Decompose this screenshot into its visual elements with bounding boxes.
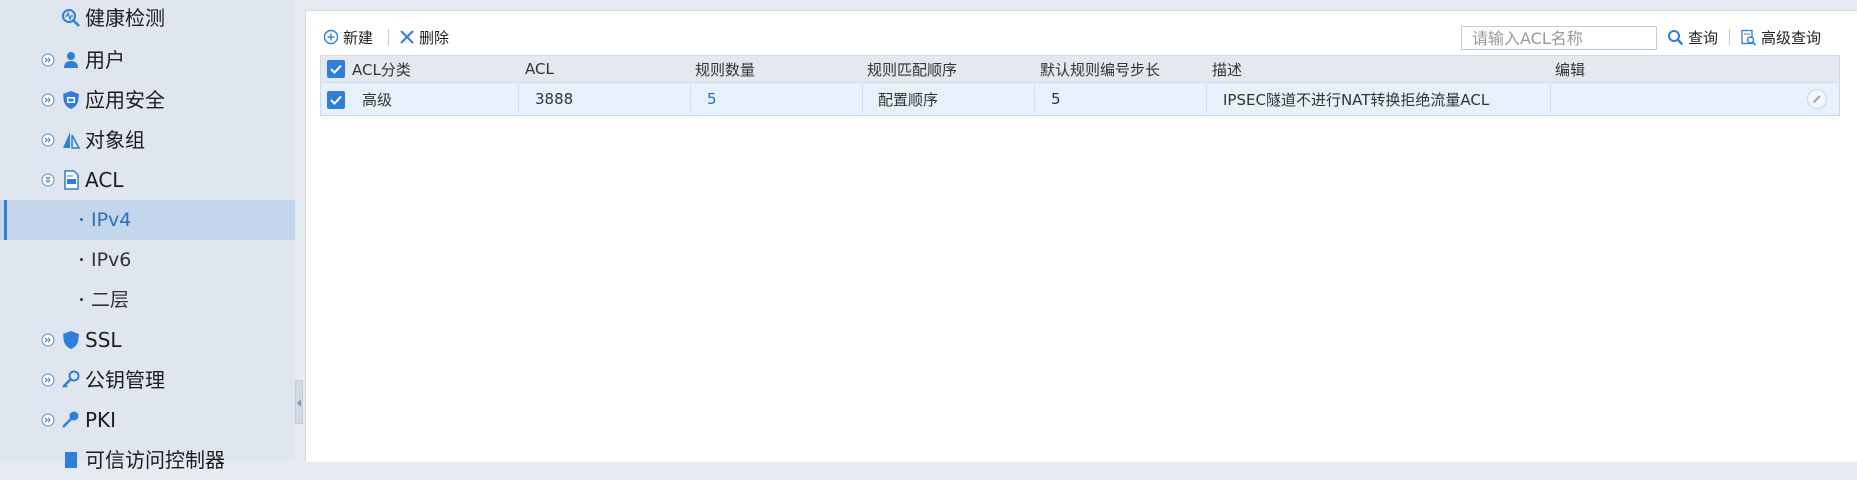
column-header-description[interactable]: 描述 [1212, 56, 1242, 82]
pki-key-icon [62, 411, 79, 428]
column-header-category[interactable]: ACL分类 [352, 56, 411, 82]
sidebar-item-label: SSL [85, 328, 122, 352]
sidebar-item-ssl[interactable]: SSL [0, 320, 295, 360]
acl-search-input[interactable] [1461, 26, 1657, 50]
sidebar-subitem-label: 二层 [91, 289, 130, 311]
trusted-access-icon [65, 452, 77, 468]
expand-toggle-icon[interactable] [41, 333, 55, 347]
sidebar-subitem-layer2[interactable]: 二层 [0, 280, 295, 320]
sidebar-subitem-label: IPv4 [91, 209, 132, 231]
bullet-dot [80, 298, 83, 301]
collapse-arrow-icon [297, 399, 301, 407]
delete-x-icon [400, 30, 414, 44]
advanced-query-button[interactable]: 高级查询 [1740, 26, 1821, 48]
sidebar-item-label: 公钥管理 [85, 368, 165, 392]
sidebar-item-pki[interactable]: PKI [0, 400, 295, 440]
sidebar-item-acl[interactable]: ACL [0, 160, 295, 200]
cell-divider [1550, 85, 1551, 113]
search-icon [1668, 29, 1684, 45]
sidebar-subitem-ipv4[interactable]: IPv4 [0, 200, 295, 240]
expand-toggle-icon[interactable] [41, 93, 55, 107]
pencil-icon [1813, 95, 1821, 103]
toolbar-divider [1729, 29, 1730, 45]
expand-toggle-icon[interactable] [41, 373, 55, 387]
toolbar-divider [388, 29, 389, 45]
expand-toggle-icon[interactable] [41, 53, 55, 67]
collapse-toggle-icon[interactable] [41, 173, 55, 187]
query-button[interactable]: 查询 [1667, 26, 1718, 48]
sidebar-item-label: 健康检测 [85, 6, 165, 30]
acl-table: ACL分类 ACL 规则数量 规则匹配顺序 默认规则编号步长 描述 编辑 高级 … [320, 55, 1840, 116]
sidebar-subitem-label: IPv6 [91, 249, 132, 271]
key-icon [62, 370, 80, 388]
health-check-icon [62, 9, 80, 27]
delete-button-label: 删除 [419, 28, 450, 47]
main-panel: 新建 删除 查询 高级查询 [305, 10, 1857, 462]
column-header-rule-count[interactable]: 规则数量 [695, 56, 755, 82]
cell-step: 5 [1051, 90, 1061, 108]
cell-match-order: 配置顺序 [878, 90, 939, 109]
new-button-label: 新建 [343, 28, 374, 47]
expand-toggle-icon[interactable] [41, 413, 55, 427]
sidebar-item-trusted-access[interactable]: 可信访问控制器 [0, 440, 295, 480]
ssl-shield-icon [63, 331, 79, 349]
column-header-step[interactable]: 默认规则编号步长 [1040, 56, 1160, 82]
user-icon [64, 52, 78, 68]
delete-button[interactable]: 删除 [399, 26, 449, 48]
sidebar-item-label: 对象组 [85, 128, 145, 152]
bullet-dot [80, 258, 83, 261]
select-all-checkbox[interactable] [327, 60, 345, 78]
cell-divider [690, 85, 691, 113]
sidebar-item-label: PKI [85, 408, 117, 432]
column-header-acl[interactable]: ACL [525, 56, 554, 82]
sidebar-item-label: ACL [85, 168, 124, 192]
object-group-icon [63, 132, 81, 149]
bullet-dot [80, 218, 83, 221]
new-button[interactable]: 新建 [323, 26, 373, 48]
checkmark-icon [330, 64, 342, 74]
advanced-search-icon [1741, 29, 1757, 46]
sidebar-item-users[interactable]: 用户 [0, 40, 295, 80]
sidebar-item-object-group[interactable]: 对象组 [0, 120, 295, 160]
expand-toggle-icon[interactable] [41, 133, 55, 147]
sidebar-item-health-check[interactable]: 健康检测 [0, 0, 295, 40]
sidebar: 健康检测 用户 应用安全 对象组 ACL IPv4 IPv6 二层 SSL 公钥… [0, 0, 295, 472]
column-header-match-order[interactable]: 规则匹配顺序 [867, 56, 957, 82]
advanced-query-button-label: 高级查询 [1761, 28, 1822, 47]
cell-divider [518, 85, 519, 113]
cell-divider [862, 85, 863, 113]
column-header-edit: 编辑 [1555, 60, 1586, 79]
table-row[interactable]: 高级 3888 5 配置顺序 5 IPSEC隧道不进行NAT转换拒绝流量ACL [320, 83, 1840, 116]
add-circle-icon [323, 29, 339, 45]
sidebar-item-public-key[interactable]: 公钥管理 [0, 360, 295, 400]
sidebar-item-label: 应用安全 [85, 88, 165, 112]
cell-description: IPSEC隧道不进行NAT转换拒绝流量ACL [1223, 90, 1490, 109]
sidebar-item-app-security[interactable]: 应用安全 [0, 80, 295, 120]
sidebar-item-label: 用户 [85, 48, 125, 72]
cell-acl: 3888 [535, 90, 574, 108]
app-security-shield-icon [63, 91, 79, 109]
row-checkbox[interactable] [327, 91, 345, 109]
sidebar-subitem-ipv6[interactable]: IPv6 [0, 240, 295, 280]
checkmark-icon [330, 95, 342, 105]
sidebar-item-label: 可信访问控制器 [85, 448, 225, 472]
cell-category: 高级 [362, 90, 393, 109]
sidebar-collapse-handle[interactable] [295, 380, 303, 424]
cell-divider [1206, 85, 1207, 113]
cell-rule-count-link[interactable]: 5 [707, 83, 717, 115]
table-header: ACL分类 ACL 规则数量 规则匹配顺序 默认规则编号步长 描述 编辑 [320, 55, 1840, 83]
edit-button[interactable] [1807, 89, 1827, 109]
acl-document-icon [64, 170, 79, 190]
query-button-label: 查询 [1688, 28, 1719, 47]
cell-divider [1034, 85, 1035, 113]
